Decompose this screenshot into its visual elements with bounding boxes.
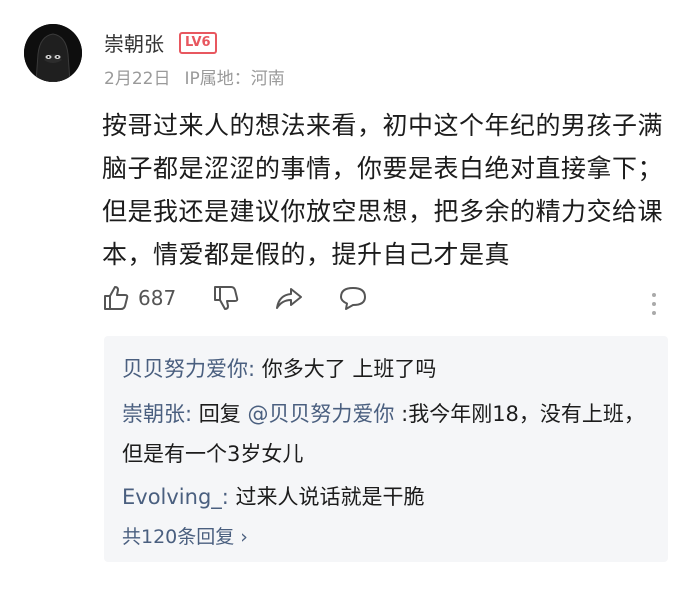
share-button[interactable] [274, 284, 304, 312]
reply-mention[interactable]: @贝贝努力爱你 [247, 402, 394, 426]
level-badge: LV6 [179, 32, 217, 54]
like-button[interactable]: 687 [102, 284, 176, 312]
reply-text: 你多大了 上班了吗 [255, 357, 437, 381]
thumbs-down-icon [214, 286, 239, 310]
reply-nick[interactable]: 崇朝张: [122, 402, 192, 426]
comment-date: 2月22日 [104, 69, 171, 89]
comment-meta: 2月22日 IP属地：河南 [104, 64, 299, 89]
reply-nick[interactable]: 贝贝努力爱你: [122, 357, 255, 381]
reply-nick[interactable]: Evolving_: [122, 485, 229, 509]
avatar-hooded-figure-icon [24, 24, 82, 82]
comment-button[interactable] [338, 284, 368, 312]
replies-panel: 贝贝努力爱你: 你多大了 上班了吗 崇朝张: 回复 @贝贝努力爱你 :我今年刚1… [104, 336, 668, 562]
reply-item[interactable]: 贝贝努力爱你: 你多大了 上班了吗 [122, 349, 652, 389]
comment-username[interactable]: 崇朝张 [104, 28, 164, 57]
reply-item[interactable]: 崇朝张: 回复 @贝贝努力爱你 :我今年刚18，没有上班，但是有一个3岁女儿 [122, 394, 652, 474]
like-count: 687 [138, 286, 177, 310]
more-options-button[interactable] [648, 291, 660, 321]
share-icon [276, 288, 302, 309]
comment-body: 按哥过来人的想法来看，初中这个年纪的男孩子满脑子都是涩涩的事情，你要是表白绝对直… [102, 111, 664, 269]
comment-icon [340, 287, 366, 310]
reply-prefix: 回复 [192, 402, 248, 426]
comment-ip-location: IP属地：河南 [184, 69, 285, 89]
comment-actions: 687 [102, 284, 672, 324]
reply-item[interactable]: Evolving_: 过来人说话就是干脆 [122, 477, 652, 517]
dislike-button[interactable] [212, 284, 240, 312]
more-replies-link[interactable]: 共120条回复 › [122, 522, 248, 549]
avatar[interactable] [24, 24, 82, 82]
reply-text: 过来人说话就是干脆 [228, 485, 425, 509]
more-vertical-icon [652, 293, 656, 315]
thumbs-up-icon [104, 286, 129, 310]
